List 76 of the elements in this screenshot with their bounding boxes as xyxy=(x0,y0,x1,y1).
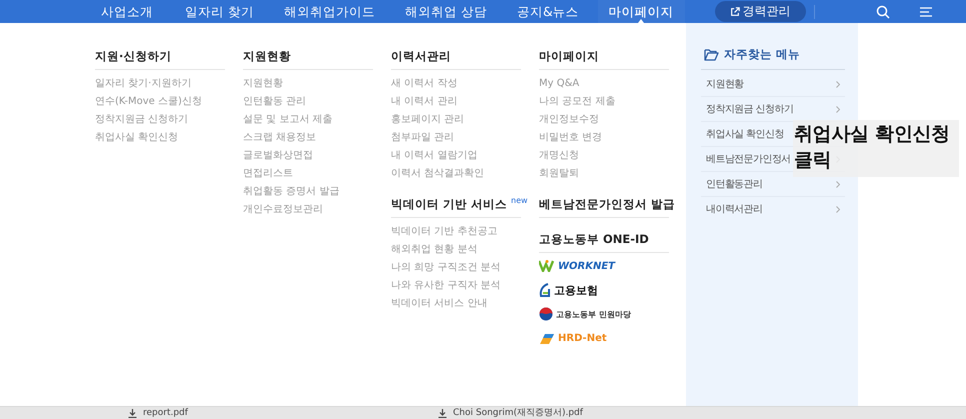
section-title: 지원·신청하기 xyxy=(95,49,172,64)
favorites-title: 자주찾는 메뉴 xyxy=(724,47,800,62)
logo-text: 고용노동부 민원마당 xyxy=(556,308,631,320)
menu-link[interactable]: 나와 유사한 구직자 분석 xyxy=(391,277,501,295)
menu-link[interactable]: 회원탈퇴 xyxy=(539,165,579,183)
file-name: Choi Songrim(재직증명서).pdf xyxy=(453,408,583,418)
menu-link[interactable]: 인턴활동 관리 xyxy=(243,93,306,111)
career-button[interactable]: 경력관리 xyxy=(714,1,806,22)
chevron-icon xyxy=(836,206,840,212)
new-label: new xyxy=(511,197,528,205)
menu-link[interactable]: 이력서 첨삭결과확인 xyxy=(391,165,484,183)
menu-link[interactable]: 설문 및 보고서 제출 xyxy=(243,111,333,129)
menu-link[interactable]: 내 이력서 관리 xyxy=(391,93,458,111)
file-name: report.pdf xyxy=(143,408,188,418)
menu-link[interactable]: 새 이력서 작성 xyxy=(391,75,458,93)
menu-link[interactable]: 개명신청 xyxy=(539,147,579,165)
logo-text: 고용보험 xyxy=(554,282,598,298)
logo-icon xyxy=(539,307,553,321)
download-icon xyxy=(128,408,137,418)
logo-icon xyxy=(539,332,555,344)
chevron-icon xyxy=(836,106,840,112)
logo-icon xyxy=(539,260,555,272)
caption-overlay: 취업사실 확인신청 클릭 xyxy=(793,120,959,177)
nav-link[interactable]: 마이페이지 xyxy=(598,0,685,23)
external-link-icon xyxy=(730,6,740,16)
nav-link[interactable]: 공지&뉴스 xyxy=(506,0,590,23)
favorite-link[interactable]: 베트남전문가인정서 xyxy=(706,152,791,166)
folder-icon xyxy=(704,48,719,60)
menu-link[interactable]: 취업활동 증명서 발급 xyxy=(243,183,340,201)
nav-link[interactable]: 해외취업 상담 xyxy=(394,0,498,23)
nav-link[interactable]: 일자리 찾기 xyxy=(174,0,265,23)
favorite-link[interactable]: 인턴활동관리 xyxy=(706,177,762,191)
section-title: 빅데이터 기반 서비스 xyxy=(391,197,508,212)
menu-link[interactable]: 홍보페이지 관리 xyxy=(391,111,464,129)
download-icon xyxy=(438,408,447,418)
logo-link[interactable]: 고용보험 xyxy=(539,282,598,298)
menu-link[interactable]: 첨부파일 관리 xyxy=(391,129,454,147)
menu-link[interactable]: 비밀번호 변경 xyxy=(539,129,602,147)
logo-text: WORKNET xyxy=(558,260,616,272)
menu-link[interactable]: 개인수료정보관리 xyxy=(243,201,323,219)
favorite-link[interactable]: 지원현황 xyxy=(706,77,744,91)
nav-link[interactable]: 해외취업가이드 xyxy=(272,0,386,23)
menu-link[interactable]: 취업사실 확인신청 xyxy=(95,129,178,147)
menu-link[interactable]: 일자리 찾기·지원하기 xyxy=(95,75,192,93)
menu-link[interactable]: 지원현황 xyxy=(243,75,283,93)
logo-link[interactable]: 고용노동부 민원마당 xyxy=(539,306,631,322)
menu-link[interactable]: My Q&A xyxy=(539,75,580,93)
logo-text: HRD-Net xyxy=(558,332,607,344)
section-title: 지원현황 xyxy=(243,49,291,64)
section-title: 베트남전문가인정서 발급 xyxy=(539,197,676,212)
chevron-icon xyxy=(836,180,840,188)
logo-link[interactable]: WORKNET xyxy=(539,258,616,274)
menu-link[interactable]: 내 이력서 열람기업 xyxy=(391,147,478,165)
menu-link[interactable]: 스크랩 채용정보 xyxy=(243,129,316,147)
section-title: 이력서관리 xyxy=(391,49,451,64)
favorite-link[interactable]: 취업사실 확인신청 xyxy=(706,127,784,141)
menu-link[interactable]: 해외취업 현황 분석 xyxy=(391,241,478,259)
section-title: 고용노동부 ONE-ID xyxy=(539,232,649,247)
menu-link[interactable]: 빅데이터 기반 추천공고 xyxy=(391,223,498,241)
logo-icon xyxy=(539,283,551,297)
menu-link[interactable]: 정착지원금 신청하기 xyxy=(95,111,188,129)
favorite-link[interactable]: 내이력서관리 xyxy=(706,202,762,216)
section-title: 마이페이지 xyxy=(539,49,599,64)
menu-link[interactable]: 연수(K-Move 스쿨)신청 xyxy=(95,93,202,111)
chevron-icon xyxy=(836,80,840,88)
favorite-link[interactable]: 정착지원금 신청하기 xyxy=(706,102,794,116)
menu-link[interactable]: 빅데이터 서비스 안내 xyxy=(391,295,488,313)
menu-link[interactable]: 나의 공모전 제출 xyxy=(539,93,616,111)
logo-link[interactable]: HRD-Net xyxy=(539,330,607,346)
menu-link[interactable]: 개인정보수정 xyxy=(539,111,599,129)
nav-link[interactable]: 사업소개 xyxy=(90,0,164,23)
menu-link[interactable]: 면접리스트 xyxy=(243,165,293,183)
menu-link[interactable]: 글로벌화상면접 xyxy=(243,147,313,165)
menu-icon[interactable] xyxy=(918,6,933,18)
menu-link[interactable]: 나의 희망 구직조건 분석 xyxy=(391,259,501,277)
search-icon[interactable] xyxy=(876,4,890,18)
